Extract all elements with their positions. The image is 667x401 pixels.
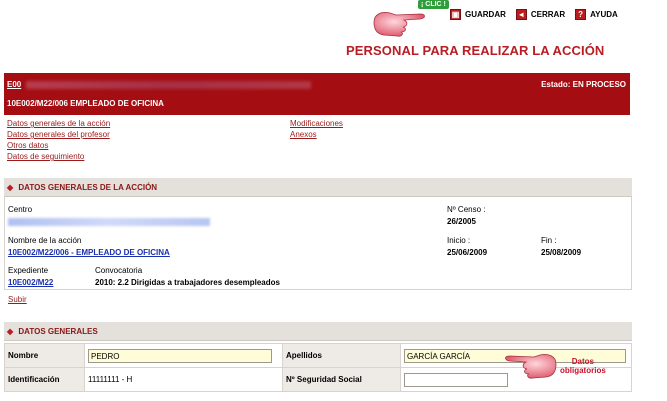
close-button-label: CERRAR xyxy=(530,10,566,19)
action-header: E00 Estado: EN PROCESO 10E002/M22/006 EM… xyxy=(4,73,630,115)
section-header-datos-accion: ◆ DATOS GENERALES DE LA ACCIÓN xyxy=(4,178,632,197)
toolbar: ▣ GUARDAR ◂ CERRAR ? AYUDA xyxy=(450,9,618,20)
apellidos-label: Apellidos xyxy=(282,343,401,368)
censo-field: Nº Censo : 26/2005 xyxy=(447,205,486,226)
inicio-field: Inicio : 25/06/2009 xyxy=(447,236,487,257)
pointing-hand-icon xyxy=(505,354,557,379)
inicio-value: 25/06/2009 xyxy=(447,248,488,257)
diamond-bullet-icon: ◆ xyxy=(7,183,14,192)
section-title: DATOS GENERALES xyxy=(18,327,98,336)
save-button-label: GUARDAR xyxy=(465,10,506,19)
status-label: Estado: EN PROCESO xyxy=(541,80,626,89)
help-button-label: AYUDA xyxy=(590,10,618,19)
link-otros-datos[interactable]: Otros datos xyxy=(7,140,110,151)
nss-label: Nº Seguridad Social xyxy=(282,367,401,392)
identificacion-value: 11111111 - H xyxy=(84,367,283,392)
nombre-input[interactable]: PEDRO xyxy=(88,348,272,363)
nombre-accion-field: Nombre de la acción 10E002/M22/006 - EMP… xyxy=(8,236,170,257)
expediente-field: Expediente 10E002/M22 xyxy=(8,266,53,287)
annotation-line2: obligatorios xyxy=(560,366,606,375)
page-title: PERSONAL PARA REALIZAR LA ACCIÓN xyxy=(346,43,605,58)
convocatoria-label: Convocatoria xyxy=(95,266,143,275)
redacted-entity-name xyxy=(26,81,311,89)
close-button[interactable]: ◂ CERRAR xyxy=(515,9,566,20)
fin-label: Fin : xyxy=(541,236,557,245)
censo-label: Nº Censo : xyxy=(447,205,486,214)
fin-field: Fin : 25/08/2009 xyxy=(541,236,581,257)
link-anexos[interactable]: Anexos xyxy=(290,129,343,140)
nombre-cell: PEDRO xyxy=(84,343,283,368)
nombre-accion-label: Nombre de la acción xyxy=(8,236,82,245)
nav-links-left: Datos generales de la acción Datos gener… xyxy=(7,118,110,162)
centro-label: Centro xyxy=(8,205,33,214)
back-arrow-icon: ◂ xyxy=(515,9,527,20)
annotation-line1: Datos xyxy=(571,357,594,366)
convocatoria-field: Convocatoria 2010: 2.2 Dirigidas a traba… xyxy=(95,266,280,287)
save-button[interactable]: ▣ GUARDAR xyxy=(450,9,506,20)
convocatoria-value: 2010: 2.2 Dirigidas a trabajadores desem… xyxy=(95,278,280,287)
section-header-datos-generales: ◆ DATOS GENERALES xyxy=(4,322,632,341)
censo-value: 26/2005 xyxy=(447,217,476,226)
required-fields-annotation: Datos obligatorios xyxy=(560,357,606,375)
pointing-hand-icon xyxy=(373,12,425,37)
fin-value: 25/08/2009 xyxy=(541,248,582,257)
help-button[interactable]: ? AYUDA xyxy=(575,9,618,20)
help-icon: ? xyxy=(575,9,587,20)
link-datos-seguimiento[interactable]: Datos de seguimiento xyxy=(7,151,110,162)
expediente-link[interactable]: 10E002/M22 xyxy=(8,278,53,287)
action-subtitle: 10E002/M22/006 EMPLEADO DE OFICINA xyxy=(7,99,164,108)
entity-code-link[interactable]: E00 xyxy=(7,80,21,89)
link-datos-generales-profesor[interactable]: Datos generales del profesor xyxy=(7,129,110,140)
identificacion-label: Identificación xyxy=(4,367,85,392)
nav-links-right: Modificaciones Anexos xyxy=(290,118,343,140)
nombre-label: Nombre xyxy=(4,343,85,368)
diamond-bullet-icon: ◆ xyxy=(7,327,14,336)
expediente-label: Expediente xyxy=(8,266,49,275)
section-title: DATOS GENERALES DE LA ACCIÓN xyxy=(18,183,158,192)
nombre-accion-link[interactable]: 10E002/M22/006 - EMPLEADO DE OFICINA xyxy=(8,248,170,257)
redacted-centro-link[interactable] xyxy=(8,218,210,226)
inicio-label: Inicio : xyxy=(447,236,471,245)
link-datos-generales-accion[interactable]: Datos generales de la acción xyxy=(7,118,110,129)
subir-link[interactable]: Subir xyxy=(8,295,27,304)
link-modificaciones[interactable]: Modificaciones xyxy=(290,118,343,129)
save-icon: ▣ xyxy=(450,9,461,20)
centro-field: Centro xyxy=(8,205,210,226)
